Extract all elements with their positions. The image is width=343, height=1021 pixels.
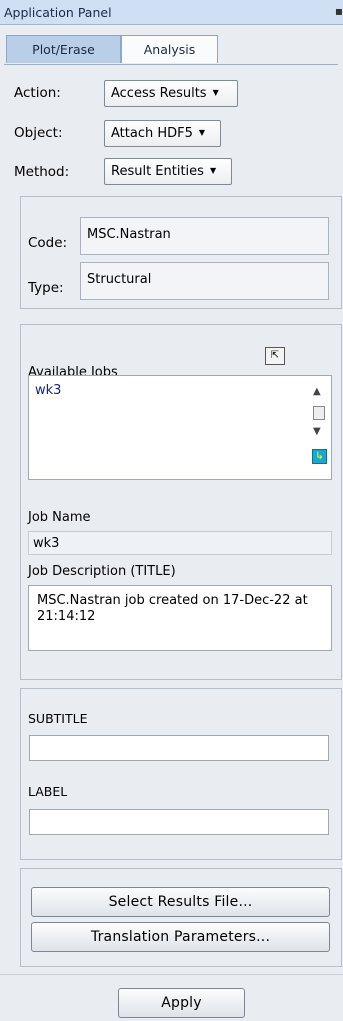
tab-plot-erase[interactable]: Plot/Erase bbox=[6, 35, 121, 63]
subtitle-label-group: SUBTITLE LABEL bbox=[20, 688, 342, 860]
subtitle-input[interactable] bbox=[29, 735, 329, 761]
label-field-label: LABEL bbox=[28, 784, 68, 799]
object-dropdown[interactable]: Attach HDF5 ▼ bbox=[104, 120, 221, 147]
action-value: Access Results bbox=[111, 86, 207, 101]
action-dropdown[interactable]: Access Results ▼ bbox=[104, 80, 238, 107]
job-name-input[interactable]: wk3 bbox=[28, 531, 332, 555]
code-label: Code: bbox=[28, 235, 68, 251]
panel-titlebar: Application Panel ▪ bbox=[0, 0, 343, 25]
panel-title: Application Panel bbox=[4, 5, 112, 20]
job-description-label: Job Description (TITLE) bbox=[28, 564, 176, 579]
chevron-down-icon: ▼ bbox=[209, 166, 217, 175]
method-label: Method: bbox=[14, 164, 70, 180]
select-results-file-button[interactable]: Select Results File... bbox=[31, 887, 330, 917]
file-buttons-group bbox=[20, 868, 342, 967]
tab-bar: Plot/Erase Analysis bbox=[4, 35, 338, 65]
method-value: Result Entities bbox=[111, 164, 204, 179]
object-label: Object: bbox=[14, 125, 63, 141]
divider bbox=[0, 974, 343, 975]
type-label: Type: bbox=[28, 280, 64, 296]
job-description-input[interactable]: MSC.Nastran job created on 17-Dec-22 at … bbox=[28, 585, 332, 651]
code-field: MSC.Nastran bbox=[80, 217, 329, 255]
apply-button[interactable]: Apply bbox=[118, 988, 245, 1018]
code-type-group: Code: MSC.Nastran Type: Structural bbox=[20, 196, 342, 309]
type-field: Structural bbox=[80, 262, 329, 300]
chevron-down-icon: ▼ bbox=[198, 128, 206, 137]
job-name-label: Job Name bbox=[28, 510, 91, 525]
scroll-up-icon[interactable]: ▲ bbox=[313, 386, 321, 397]
translation-parameters-button[interactable]: Translation Parameters... bbox=[31, 922, 330, 952]
list-item[interactable]: wk3 bbox=[35, 383, 61, 398]
subtitle-label: SUBTITLE bbox=[28, 711, 88, 726]
available-jobs-list[interactable]: wk3 ▲ ▼ ↳ bbox=[28, 375, 332, 480]
method-dropdown[interactable]: Result Entities ▼ bbox=[104, 158, 232, 185]
action-label: Action: bbox=[14, 85, 61, 101]
select-job-icon[interactable]: ↳ bbox=[312, 449, 327, 464]
object-value: Attach HDF5 bbox=[111, 126, 193, 141]
scrollbar[interactable]: ▲ ▼ ↳ bbox=[312, 386, 328, 474]
chevron-down-icon: ▼ bbox=[212, 88, 219, 97]
scroll-down-icon[interactable]: ▼ bbox=[313, 426, 321, 437]
pin-icon[interactable]: ▪ bbox=[335, 4, 343, 18]
scroll-thumb[interactable] bbox=[313, 406, 325, 420]
jobs-group: Available Jobs ⇱ wk3 ▲ ▼ ↳ Job Name wk3 … bbox=[20, 324, 342, 680]
label-input[interactable] bbox=[29, 809, 329, 835]
refresh-jobs-icon[interactable]: ⇱ bbox=[265, 347, 285, 365]
tab-analysis[interactable]: Analysis bbox=[121, 35, 218, 63]
